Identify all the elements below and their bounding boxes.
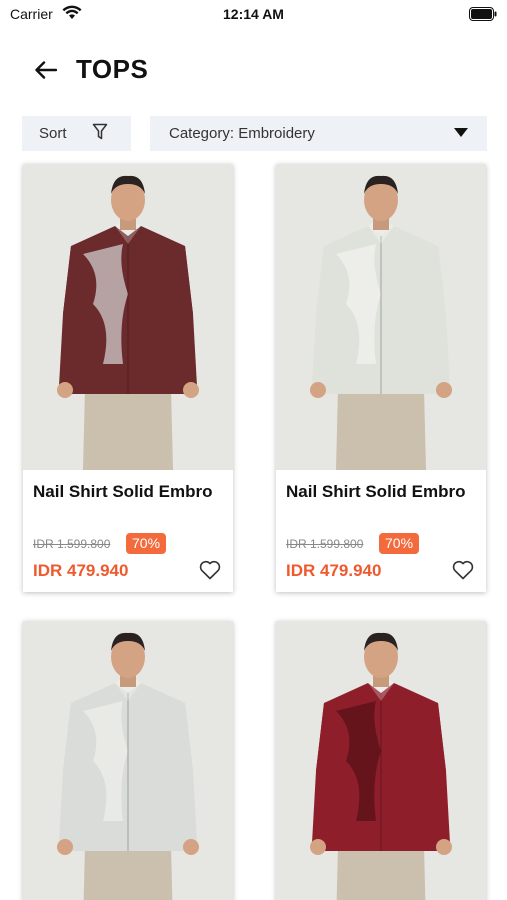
battery-icon (469, 7, 497, 21)
page-title: TOPS (76, 54, 149, 84)
header: TOPS (0, 44, 507, 96)
status-bar: Carrier 12:14 AM (0, 0, 507, 30)
category-dropdown[interactable]: Category: Embroidery (150, 116, 487, 151)
filter-icon (92, 123, 108, 140)
product-image (276, 621, 486, 900)
product-card-3[interactable] (23, 621, 233, 900)
heart-icon[interactable] (199, 560, 221, 580)
product-card-4[interactable] (276, 621, 486, 900)
clock: 12:14 AM (223, 6, 284, 22)
caret-down-icon (454, 128, 468, 137)
discount-badge: 70% (379, 533, 420, 554)
original-price: IDR 1.599.800 (33, 537, 111, 551)
sort-button[interactable]: Sort (22, 116, 131, 151)
product-image (23, 621, 233, 900)
product-card-1[interactable]: Nail Shirt Solid Embro IDR 1.599.800 70%… (23, 164, 233, 592)
product-name: Nail Shirt Solid Embro (286, 482, 466, 501)
arrow-left-icon (35, 61, 57, 79)
filter-bar: Sort Category: Embroidery (0, 116, 507, 151)
product-name: Nail Shirt Solid Embro (33, 482, 213, 501)
heart-icon[interactable] (452, 560, 474, 580)
category-label: Category: Embroidery (169, 125, 315, 142)
back-button[interactable] (32, 56, 60, 84)
sort-label: Sort (39, 125, 67, 142)
sale-price: IDR 479.940 (33, 561, 129, 580)
sale-price: IDR 479.940 (286, 561, 382, 580)
product-card-2[interactable]: Nail Shirt Solid Embro IDR 1.599.800 70%… (276, 164, 486, 592)
product-image (23, 164, 233, 470)
discount-badge: 70% (126, 533, 167, 554)
product-image (276, 164, 486, 470)
original-price: IDR 1.599.800 (286, 537, 364, 551)
